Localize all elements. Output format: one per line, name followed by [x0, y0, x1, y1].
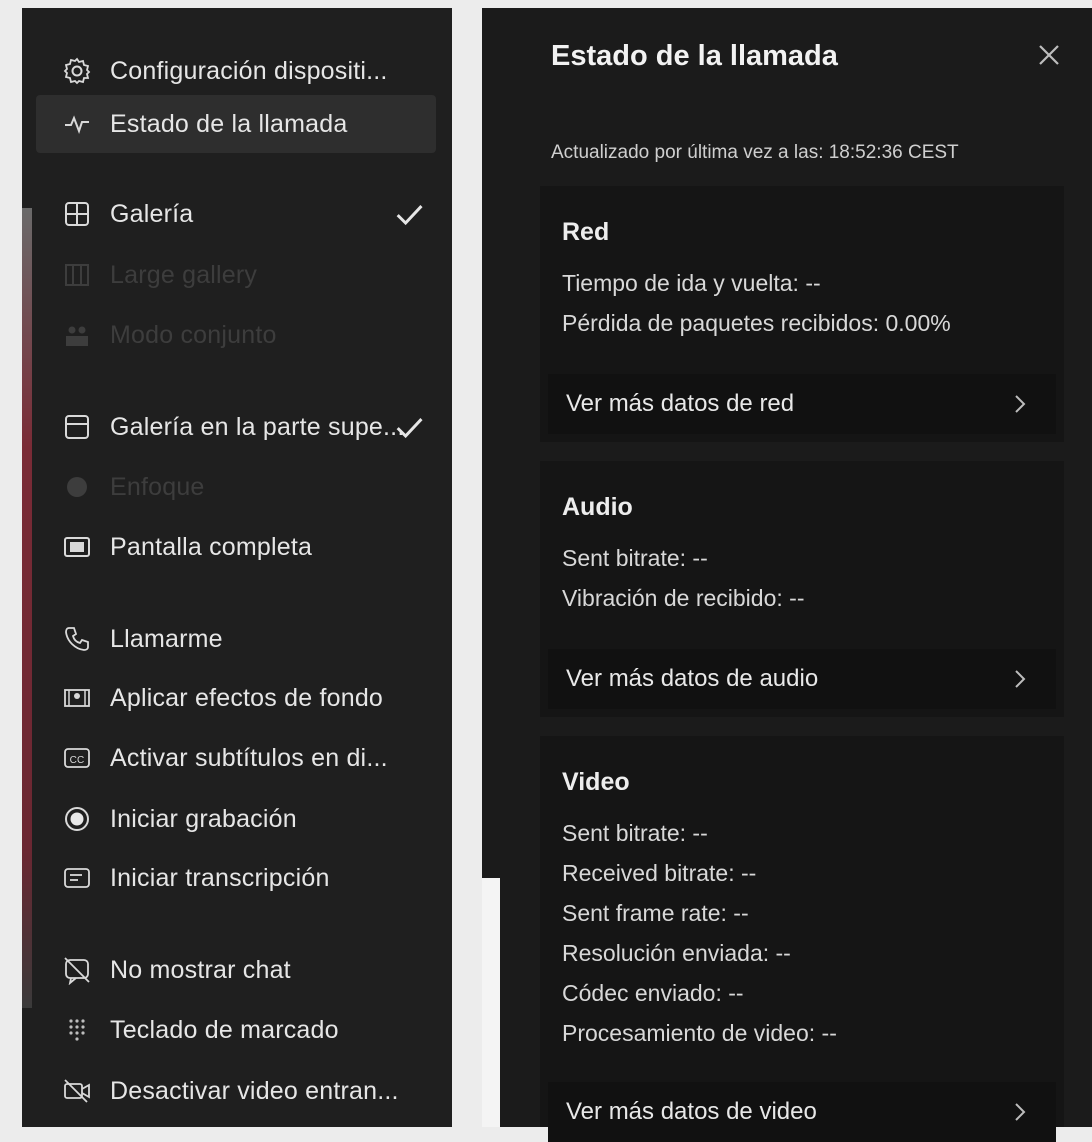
video-card: Video Sent bitrate: -- Received bitrate:… — [540, 736, 1064, 1142]
menu-item-label: Desactivar video entran... — [110, 1076, 399, 1105]
network-card-title: Red — [562, 218, 610, 246]
menu-item-start-recording[interactable]: Iniciar grabación — [36, 790, 436, 848]
gear-icon — [54, 56, 100, 86]
menu-item-label: Galería — [110, 199, 194, 228]
menu-item-device-settings[interactable]: Configuración dispositi... — [36, 42, 436, 100]
menu-item-focus: Enfoque — [36, 458, 436, 516]
audio-sent-bitrate: Sent bitrate: -- — [562, 545, 708, 571]
background-gap — [482, 878, 500, 1127]
menu-item-label: Enfoque — [110, 472, 205, 501]
background-effects-icon — [54, 683, 100, 713]
chat-off-icon — [54, 955, 100, 985]
video-received-bitrate: Received bitrate: -- — [562, 860, 757, 886]
video-card-title: Video — [562, 768, 630, 796]
grid-icon — [54, 199, 100, 229]
checkmark-icon — [396, 418, 423, 439]
menu-item-label: Llamarme — [110, 624, 223, 653]
menu-item-label: Iniciar transcripción — [110, 863, 330, 892]
menu-item-label: Teclado de marcado — [110, 1015, 339, 1044]
round-trip-time: Tiempo de ida y vuelta: -- — [562, 270, 821, 296]
video-off-icon — [54, 1076, 100, 1106]
fullscreen-icon — [54, 532, 100, 562]
video-sent-bitrate: Sent bitrate: -- — [562, 820, 708, 846]
menu-item-label: Large gallery — [110, 260, 258, 289]
menu-item-fullscreen[interactable]: Pantalla completa — [36, 518, 436, 576]
menu-item-gallery-top[interactable]: Galería en la parte supe... — [36, 398, 436, 456]
menu-item-label: Pantalla completa — [110, 532, 313, 561]
menu-item-disable-incoming-video[interactable]: Desactivar video entran... — [36, 1062, 436, 1120]
video-sent-frame-rate: Sent frame rate: -- — [562, 900, 749, 926]
more-actions-menu: Configuración dispositi... Estado de la … — [22, 8, 452, 1127]
menu-item-start-transcription[interactable]: Iniciar transcripción — [36, 849, 436, 907]
menu-item-label: Iniciar grabación — [110, 804, 297, 833]
menu-edge-accent — [22, 208, 32, 1008]
transcript-icon — [54, 863, 100, 893]
menu-item-label: Modo conjunto — [110, 320, 277, 349]
pulse-icon — [54, 109, 100, 139]
more-audio-data-label: Ver más datos de audio — [566, 665, 819, 692]
menu-item-large-gallery: Large gallery — [36, 246, 436, 304]
svg-text:CC: CC — [70, 755, 85, 766]
layout-top-icon — [54, 412, 100, 442]
phone-icon — [54, 624, 100, 654]
large-grid-icon — [54, 260, 100, 290]
menu-item-live-captions[interactable]: CC Activar subtítulos en di... — [36, 729, 436, 787]
video-sent-resolution: Resolución enviada: -- — [562, 940, 791, 966]
menu-item-label: No mostrar chat — [110, 955, 291, 984]
menu-item-call-me[interactable]: Llamarme — [36, 610, 436, 668]
more-video-data-button[interactable]: Ver más datos de video — [548, 1082, 1056, 1142]
panel-title: Estado de la llamada — [551, 40, 838, 72]
focus-icon — [54, 472, 100, 502]
network-card: Red Tiempo de ida y vuelta: -- Pérdida d… — [540, 186, 1064, 442]
menu-item-call-health[interactable]: Estado de la llamada — [36, 95, 436, 153]
menu-item-label: Aplicar efectos de fondo — [110, 683, 384, 712]
menu-item-label: Galería en la parte supe... — [110, 412, 405, 441]
audio-received-jitter: Vibración de recibido: -- — [562, 585, 805, 611]
last-updated-text: Actualizado por última vez a las: 18:52:… — [551, 142, 959, 163]
dialpad-icon — [54, 1015, 100, 1045]
chevron-right-icon — [1015, 395, 1026, 413]
record-icon — [54, 804, 100, 834]
packet-loss: Pérdida de paquetes recibidos: 0.00% — [562, 310, 951, 336]
audio-card-title: Audio — [562, 493, 633, 521]
chevron-right-icon — [1015, 670, 1026, 688]
menu-item-label: Activar subtítulos en di... — [110, 743, 388, 772]
chevron-right-icon — [1015, 1103, 1026, 1121]
video-processing: Procesamiento de video: -- — [562, 1020, 837, 1046]
audio-card: Audio Sent bitrate: -- Vibración de reci… — [540, 461, 1064, 717]
more-video-data-label: Ver más datos de video — [566, 1098, 817, 1125]
menu-item-hide-chat[interactable]: No mostrar chat — [36, 941, 436, 999]
more-network-data-label: Ver más datos de red — [566, 390, 795, 417]
more-audio-data-button[interactable]: Ver más datos de audio — [548, 649, 1056, 709]
menu-item-background-effects[interactable]: Aplicar efectos de fondo — [36, 669, 436, 727]
people-icon — [54, 320, 100, 350]
checkmark-icon — [396, 205, 423, 226]
video-sent-codec: Códec enviado: -- — [562, 980, 744, 1006]
menu-item-dialpad[interactable]: Teclado de marcado — [36, 1001, 436, 1059]
close-icon[interactable] — [1032, 38, 1066, 72]
more-network-data-button[interactable]: Ver más datos de red — [548, 374, 1056, 434]
menu-item-gallery[interactable]: Galería — [36, 185, 436, 243]
menu-item-label: Estado de la llamada — [110, 109, 348, 138]
menu-item-together-mode: Modo conjunto — [36, 306, 436, 364]
cc-icon: CC — [54, 743, 100, 773]
menu-item-label: Configuración dispositi... — [110, 56, 388, 85]
